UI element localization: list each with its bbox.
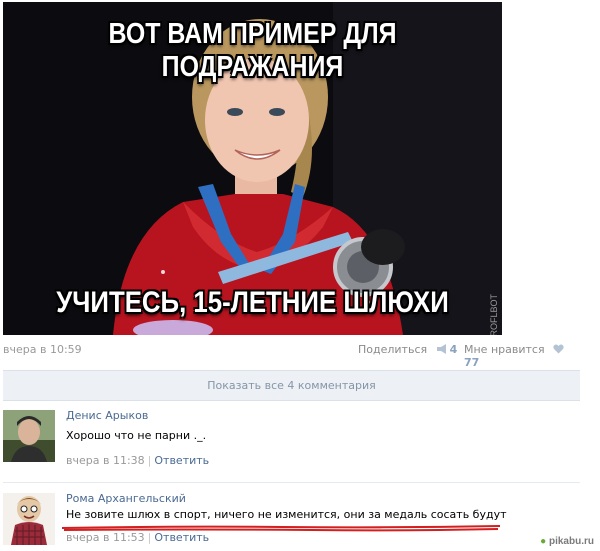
comment-meta: вчера в 11:38 | Ответить: [66, 454, 209, 467]
meme-bottom-caption: УЧИТЕСЬ, 15-ЛЕТНИЕ ШЛЮХИ: [56, 286, 449, 319]
like-count: 77: [464, 356, 480, 369]
share-button[interactable]: Поделиться 4: [358, 343, 457, 356]
heart-icon: [553, 344, 564, 354]
image-watermark: ROFLBOT: [489, 294, 499, 335]
post-meta-row: вчера в 10:59 Поделиться 4 Мне нравится …: [3, 343, 576, 369]
show-all-comments-button[interactable]: Показать все 4 комментария: [3, 370, 580, 401]
post-timestamp[interactable]: вчера в 10:59: [3, 343, 82, 356]
megaphone-icon: [436, 344, 446, 354]
comment-text: Хорошо что не парни ._.: [66, 429, 207, 442]
red-underline-annotation: [62, 525, 501, 532]
share-label: Поделиться: [358, 343, 428, 356]
comment-author[interactable]: Рома Архангельский: [66, 492, 186, 505]
avatar-image: [3, 410, 55, 462]
comment-timestamp[interactable]: вчера в 11:38: [66, 454, 145, 467]
like-label: Мне нравится: [464, 343, 545, 356]
separator: |: [147, 454, 152, 467]
pikabu-watermark: ● pikabu.ru: [540, 536, 594, 547]
comment-divider: [3, 482, 580, 483]
meme-image[interactable]: ВОТ ВАМ ПРИМЕР ДЛЯ ПОДРАЖАНИЯ УЧИТЕСЬ, 1…: [3, 2, 502, 335]
avatar-image: [3, 493, 55, 545]
pikabu-logo-icon: ●: [540, 536, 547, 547]
comment-text: Не зовите шлюх в спорт, ничего не измени…: [66, 508, 507, 521]
pikabu-watermark-text: pikabu.ru: [548, 536, 594, 547]
avatar[interactable]: [3, 493, 55, 545]
reply-button[interactable]: Ответить: [154, 454, 209, 467]
comment-author[interactable]: Денис Арыков: [66, 409, 148, 422]
like-button[interactable]: Мне нравится 77: [464, 343, 576, 369]
comment-item: Денис Арыков Хорошо что не парни ._. вче…: [3, 409, 580, 471]
comment-item: Рома Архангельский Не зовите шлюх в спор…: [3, 492, 580, 550]
share-count: 4: [449, 343, 458, 356]
avatar[interactable]: [3, 410, 55, 462]
meme-top-caption: ВОТ ВАМ ПРИМЕР ДЛЯ ПОДРАЖАНИЯ: [108, 18, 397, 83]
